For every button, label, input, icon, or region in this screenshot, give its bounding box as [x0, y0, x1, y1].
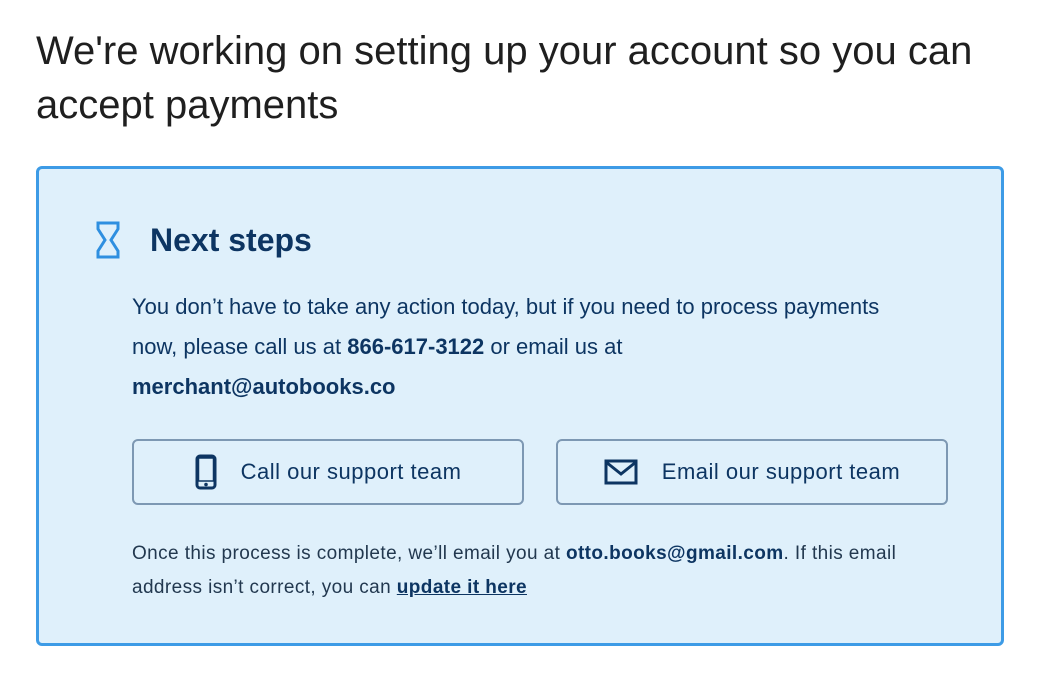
mail-icon [604, 459, 638, 485]
next-steps-card: Next steps You don’t have to take any ac… [36, 166, 1004, 646]
page: We're working on setting up your account… [0, 0, 1041, 692]
next-steps-message: You don’t have to take any action today,… [132, 287, 892, 407]
phone-icon [195, 454, 217, 490]
message-text: or email us at [484, 334, 623, 359]
update-email-link[interactable]: update it here [397, 577, 527, 598]
account-email: otto.books@gmail.com [565, 543, 784, 564]
footnote-text: Once this process is complete, we’ll ema… [132, 543, 566, 564]
card-title: Next steps [150, 221, 312, 258]
email-support-label: Email our support team [661, 459, 901, 484]
support-phone-number: 866-617-3122 [347, 334, 485, 359]
support-email-address: merchant@autobooks.co [132, 374, 396, 399]
hourglass-icon [95, 220, 121, 260]
email-support-button[interactable]: Email our support team [556, 439, 948, 505]
card-header: Next steps [95, 219, 312, 261]
page-title: We're working on setting up your account… [36, 29, 973, 127]
footnote: Once this process is complete, we’ll ema… [132, 537, 952, 605]
call-support-label: Call our support team [240, 459, 462, 484]
call-support-button[interactable]: Call our support team [132, 439, 524, 505]
